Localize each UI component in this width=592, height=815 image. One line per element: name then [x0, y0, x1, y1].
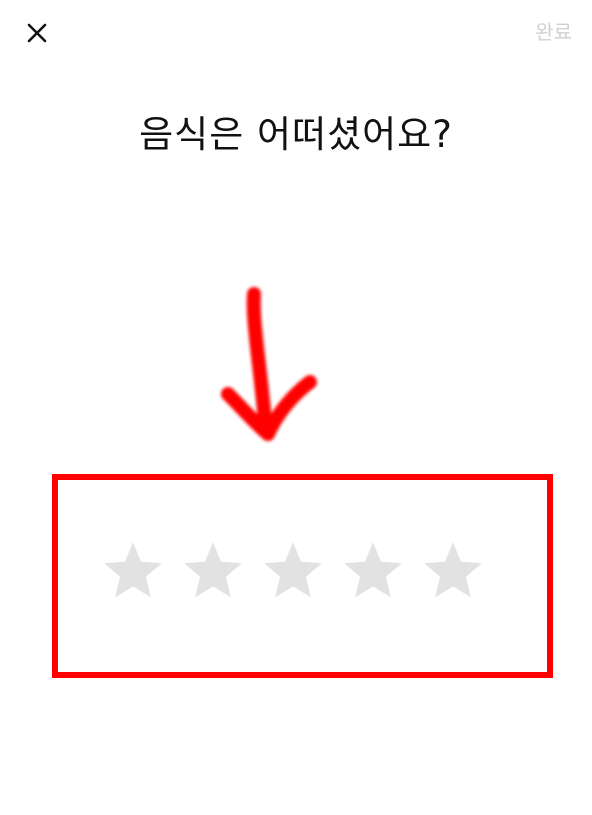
star-4-icon[interactable] — [340, 538, 406, 604]
star-2-icon[interactable] — [180, 538, 246, 604]
star-rating[interactable] — [100, 538, 486, 604]
question-title: 음식은 어떠셨어요? — [139, 113, 453, 156]
close-button[interactable] — [22, 18, 52, 48]
star-1-icon[interactable] — [100, 538, 166, 604]
star-5-icon[interactable] — [420, 538, 486, 604]
hand-drawn-arrow-down-icon — [221, 287, 317, 441]
done-button[interactable]: 완료 — [535, 16, 572, 45]
star-3-icon[interactable] — [260, 538, 326, 604]
close-icon — [27, 23, 47, 43]
